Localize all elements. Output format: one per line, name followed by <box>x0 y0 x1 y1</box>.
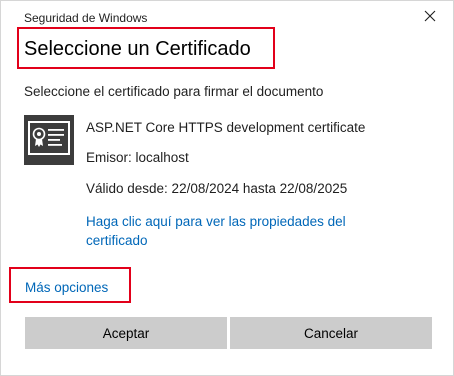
close-button[interactable] <box>415 6 445 30</box>
more-options-link[interactable]: Más opciones <box>25 279 108 297</box>
certificate-icon <box>24 115 74 165</box>
certificate-name[interactable]: ASP.NET Core HTTPS development certifica… <box>86 119 365 137</box>
cancel-button[interactable]: Cancelar <box>230 317 432 349</box>
certificate-issuer: Emisor: localhost <box>86 150 189 165</box>
close-icon <box>424 9 436 27</box>
dialog-heading: Seleccione un Certificado <box>24 38 251 60</box>
certificate-validity: Válido desde: 22/08/2024 hasta 22/08/202… <box>86 181 348 196</box>
certificate-dialog: Seguridad de Windows Seleccione un Certi… <box>0 0 454 376</box>
dialog-subheading: Seleccione el certificado para firmar el… <box>24 84 324 99</box>
window-title: Seguridad de Windows <box>24 11 148 25</box>
accept-button[interactable]: Aceptar <box>25 317 227 349</box>
certificate-properties-link[interactable]: Haga clic aquí para ver las propiedades … <box>86 212 376 250</box>
